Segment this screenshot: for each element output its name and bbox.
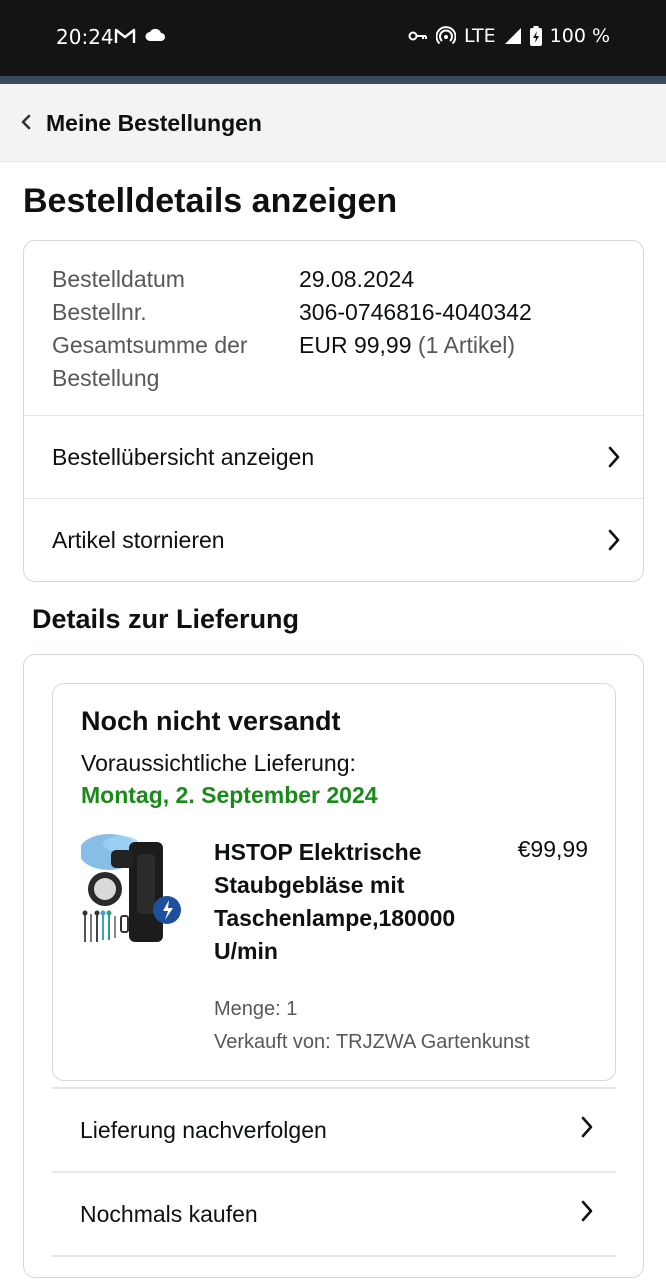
order-date-label: Bestelldatum [52,266,185,292]
air-blower-product-image[interactable] [79,834,187,944]
order-number-value: 306-0746816-4040342 [299,299,532,325]
page-title: Bestelldetails anzeigen [23,182,398,220]
order-info-card: Bestelldatum 29.08.2024 Bestellnr. 306-0… [23,240,644,582]
header-stripe [0,76,666,84]
order-number-label: Bestellnr. [52,299,147,325]
nav-bar[interactable]: Meine Bestellungen [0,84,666,162]
delivery-card: Noch nicht versandt Voraussichtliche Lie… [23,654,644,1278]
order-summary-link[interactable]: Bestellübersicht anzeigen [24,416,643,498]
product-price: €99,99 [517,836,588,862]
delivery-eta-label: Voraussichtliche Lieferung: [81,750,356,776]
status-bar: 20:24 LTE 100 % [0,0,666,76]
vpn-key-icon [408,29,428,43]
cancel-items-label: Artikel stornieren [52,526,225,553]
order-total-amount: EUR 99,99 [299,332,412,358]
gmail-icon [114,27,136,45]
track-delivery-label: Lieferung nachverfolgen [80,1116,327,1143]
delivery-eta-date: Montag, 2. September 2024 [81,782,378,808]
cancel-items-link[interactable]: Artikel stornieren [24,499,643,581]
chevron-right-icon [580,1115,594,1145]
cloud-icon [144,27,166,45]
chevron-right-icon [607,445,621,469]
product-name-link[interactable]: HSTOP Elektrische Staubgebläse mit Tasch… [214,836,504,968]
shipment-status: Noch nicht versandt [81,706,341,736]
battery-icon [529,26,542,46]
product-seller: Verkauft von: TRJZWA Gartenkunst [214,1031,530,1053]
order-total-items: (1 Artikel) [417,332,516,358]
status-time: 20:24 [56,25,114,49]
chevron-right-icon [607,528,621,552]
chevron-left-icon[interactable] [20,114,32,135]
hotspot-icon [436,26,457,46]
delivery-section-title: Details zur Lieferung [32,604,300,634]
buy-again-label: Nochmals kaufen [80,1200,258,1227]
order-date-value: 29.08.2024 [299,266,415,292]
product-quantity: Menge: 1 [214,998,298,1020]
divider [52,1255,616,1257]
battery-percent: 100 % [549,25,610,47]
order-total-label: Gesamtsumme der Bestellung [52,332,248,391]
back-link-my-orders[interactable]: Meine Bestellungen [46,110,262,137]
buy-again-button[interactable]: Nochmals kaufen [52,1173,616,1255]
shipment-card: Noch nicht versandt Voraussichtliche Lie… [52,683,616,1081]
order-total-value: EUR 99,99 (1 Artikel) [299,329,515,362]
signal-icon [504,27,522,45]
order-summary-label: Bestellübersicht anzeigen [52,443,315,470]
network-type: LTE [464,25,496,47]
track-delivery-button[interactable]: Lieferung nachverfolgen [52,1089,616,1171]
chevron-right-icon [580,1199,594,1229]
